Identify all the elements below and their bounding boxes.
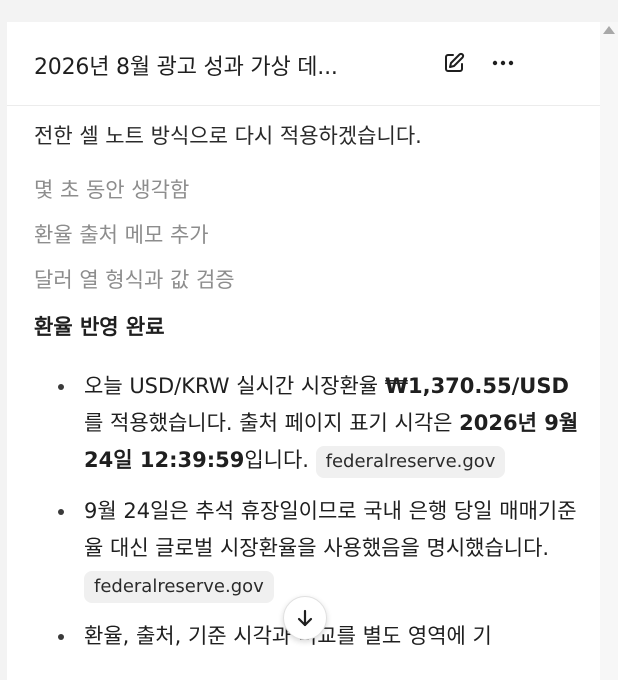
chat-header: 2026년 8월 광고 성과 가상 데...: [7, 22, 600, 106]
source-link-chip[interactable]: federalreserve.gov: [315, 446, 506, 478]
edit-button[interactable]: [441, 50, 467, 76]
list-item: 오늘 USD/KRW 실시간 시장환율 ₩1,370.55/USD 를 적용했습니…: [34, 368, 579, 479]
section-heading: 환율 반영 완료: [34, 315, 165, 339]
bullet-text: 입니다.: [244, 448, 316, 472]
bullet-text: 오늘 USD/KRW 실시간 시장환율: [84, 374, 385, 398]
thinking-step[interactable]: 환율 출처 메모 추가: [34, 219, 209, 249]
window-top-strip: [0, 0, 618, 22]
message-text: 전한 셀 노트 방식으로 다시 적용하겠습니다.: [34, 124, 422, 148]
scroll-up-arrow-icon[interactable]: [603, 26, 615, 34]
bullet-text: 를 적용했습니다. 출처 페이지 표기 시각은: [84, 411, 460, 435]
exchange-rate-value: ₩1,370.55/USD: [384, 374, 569, 398]
arrow-down-icon: [297, 609, 313, 627]
bullet-text: 9월 24일은 추석 휴장일이므로 국내 은행 당일 매매기준율 대신 글로벌 …: [84, 499, 577, 560]
thinking-step[interactable]: 몇 초 동안 생각함: [34, 174, 189, 204]
more-horizontal-icon: [492, 60, 514, 66]
chat-panel: 2026년 8월 광고 성과 가상 데... 전한 셀 노트 방식으로 다시 적…: [7, 22, 600, 680]
list-item: 9월 24일은 추석 휴장일이므로 국내 은행 당일 매매기준율 대신 글로벌 …: [34, 493, 579, 604]
edit-icon: [445, 52, 465, 72]
scrollbar[interactable]: [600, 22, 618, 680]
thinking-step[interactable]: 달러 열 형식과 값 검증: [34, 264, 235, 294]
source-link-chip[interactable]: federalreserve.gov: [84, 571, 274, 603]
more-options-button[interactable]: [490, 50, 516, 76]
scroll-to-bottom-button[interactable]: [283, 596, 327, 640]
left-gutter: [0, 0, 7, 680]
conversation-title[interactable]: 2026년 8월 광고 성과 가상 데...: [34, 49, 338, 81]
